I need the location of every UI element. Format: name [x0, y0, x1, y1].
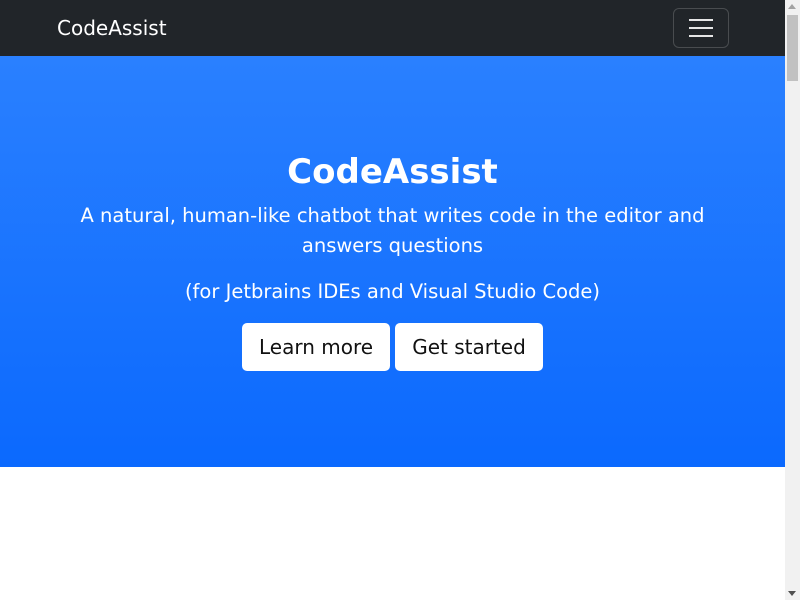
- hamburger-menu-icon: [689, 19, 713, 37]
- hero-section: CodeAssist A natural, human-like chatbot…: [0, 56, 785, 467]
- scroll-up-arrow-icon[interactable]: [788, 4, 796, 9]
- page-viewport: CodeAssist CodeAssist A natural, human-l…: [0, 0, 785, 600]
- vertical-scrollbar[interactable]: [785, 0, 800, 600]
- top-navbar: CodeAssist: [0, 0, 785, 56]
- navbar-toggler-button[interactable]: [673, 8, 729, 48]
- hero-title: CodeAssist: [287, 152, 498, 192]
- hero-ides-note: (for Jetbrains IDEs and Visual Studio Co…: [184, 280, 601, 303]
- learn-more-button[interactable]: Learn more: [242, 323, 390, 371]
- navbar-brand-link[interactable]: CodeAssist: [57, 14, 167, 42]
- scrollbar-thumb[interactable]: [787, 15, 798, 81]
- get-started-button[interactable]: Get started: [395, 323, 543, 371]
- scroll-down-arrow-icon[interactable]: [788, 591, 796, 596]
- hero-subtitle: A natural, human-like chatbot that write…: [80, 204, 705, 257]
